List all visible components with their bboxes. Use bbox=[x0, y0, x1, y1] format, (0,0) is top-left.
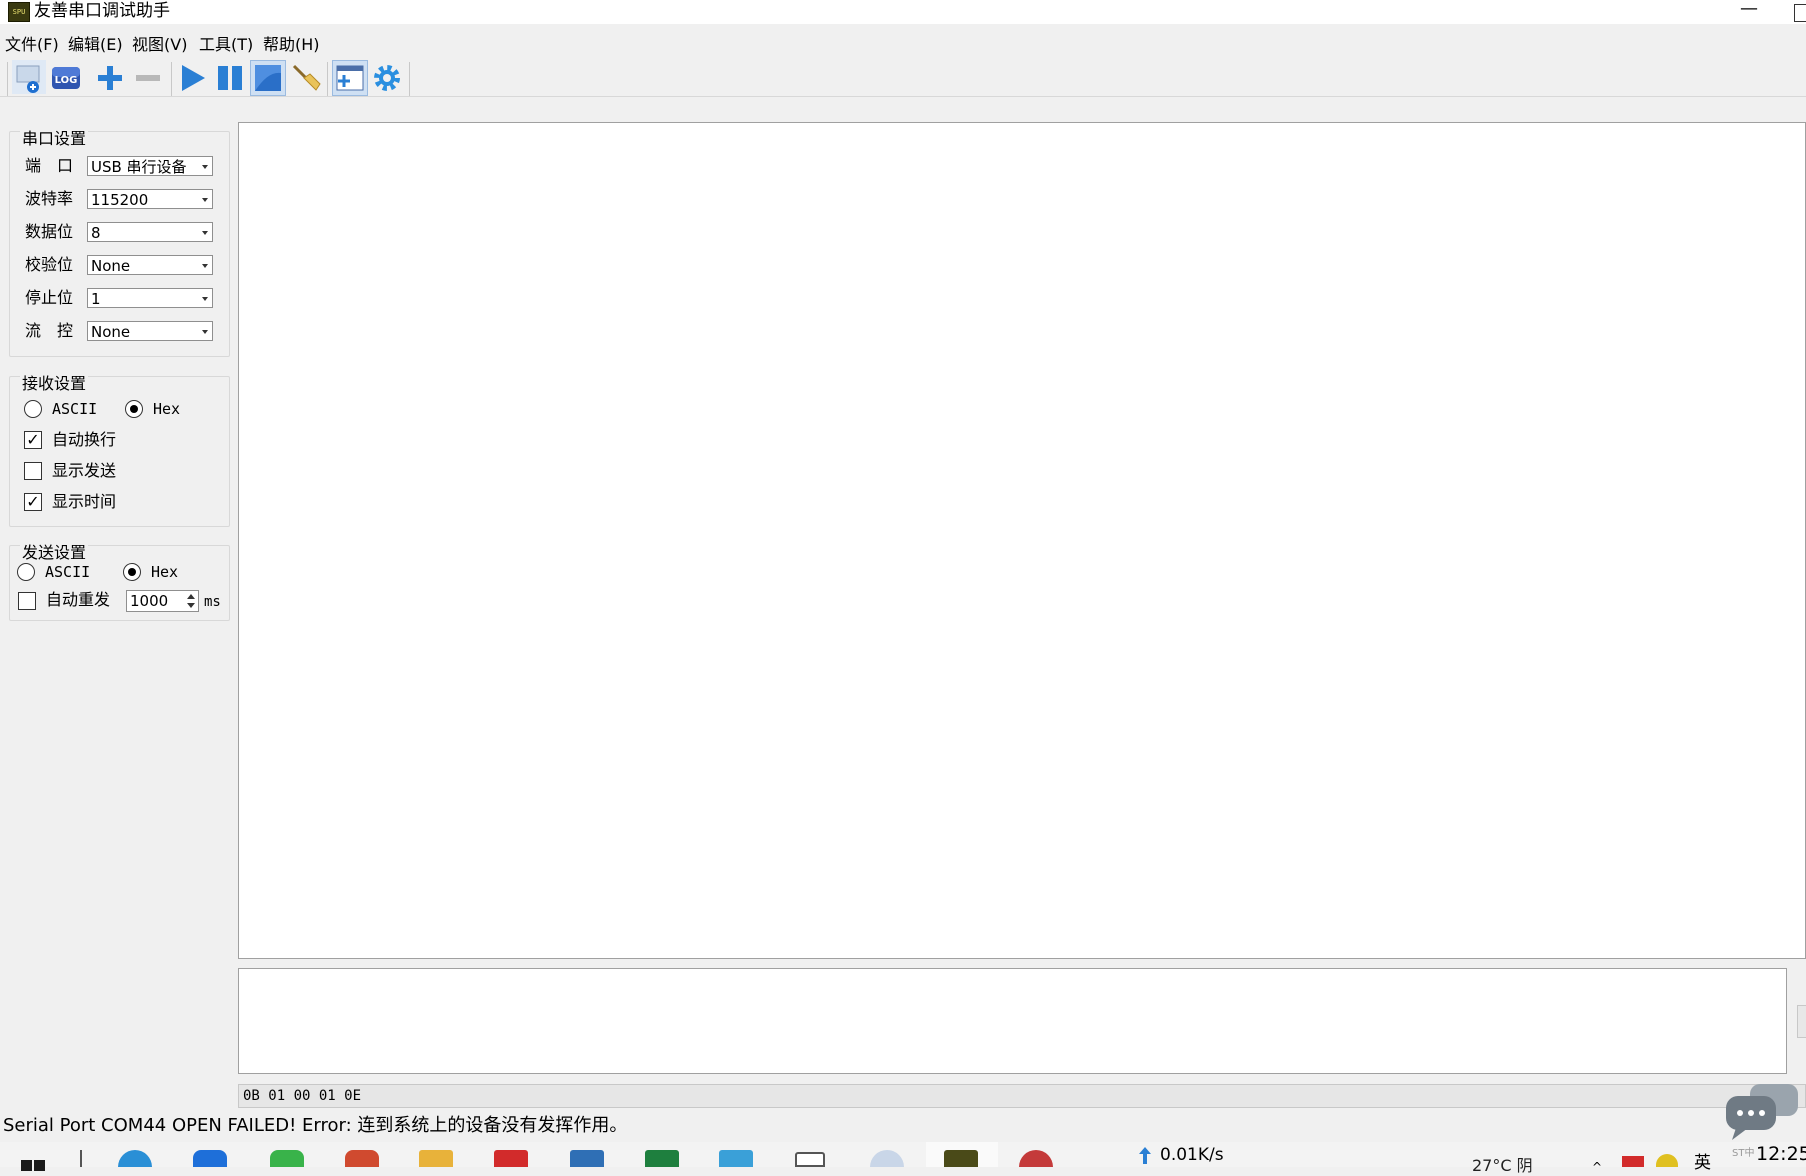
menu-view[interactable]: 视图(V) bbox=[132, 34, 187, 56]
taskbar-mail-icon[interactable] bbox=[193, 1150, 227, 1167]
play-icon[interactable] bbox=[176, 62, 208, 94]
chat-bubble-icon[interactable] bbox=[1722, 1082, 1802, 1142]
parity-label: 校验位 bbox=[25, 255, 74, 274]
auto-resend-label: 自动重发 bbox=[46, 590, 111, 609]
send-hex-label: Hex bbox=[151, 563, 179, 581]
taskbar-wechat-icon[interactable] bbox=[270, 1150, 304, 1167]
show-time-checkbox[interactable]: ✓ bbox=[24, 493, 42, 511]
weather-text[interactable]: 27°C 阴 bbox=[1472, 1152, 1533, 1176]
input-language[interactable]: 英 bbox=[1694, 1148, 1711, 1173]
interval-value: 1000 bbox=[130, 592, 169, 610]
new-session-icon[interactable] bbox=[12, 60, 46, 94]
menu-tools[interactable]: 工具(T) bbox=[199, 34, 253, 56]
menu-help[interactable]: 帮助(H) bbox=[263, 34, 320, 56]
chevron-down-icon bbox=[202, 330, 208, 334]
receive-ascii-radio[interactable] bbox=[24, 400, 42, 418]
receive-hex-radio[interactable] bbox=[125, 400, 143, 418]
show-send-label: 显示发送 bbox=[52, 461, 117, 480]
log-icon-label: LOG bbox=[55, 75, 78, 86]
databits-value: 8 bbox=[91, 224, 101, 242]
st-watermark: ST中 bbox=[1732, 1148, 1755, 1159]
maximize-button[interactable] bbox=[1794, 4, 1806, 22]
receive-textarea[interactable] bbox=[238, 122, 1806, 959]
auto-resend-checkbox[interactable] bbox=[18, 592, 36, 610]
stop-icon[interactable] bbox=[250, 60, 286, 96]
taskbar-keil-icon[interactable] bbox=[570, 1150, 604, 1167]
send-history-input[interactable]: 0B 01 00 01 0E bbox=[238, 1084, 1806, 1108]
settings-gear-icon[interactable] bbox=[371, 62, 403, 94]
baud-value: 115200 bbox=[91, 191, 149, 209]
parity-select[interactable]: None bbox=[87, 255, 213, 275]
auto-wrap-label: 自动换行 bbox=[52, 430, 117, 449]
tray-wps-icon[interactable] bbox=[1622, 1156, 1644, 1167]
port-label: 端 口 bbox=[25, 156, 74, 175]
stopbits-value: 1 bbox=[91, 290, 101, 308]
add-icon[interactable] bbox=[94, 62, 126, 94]
menu-edit[interactable]: 编辑(E) bbox=[68, 34, 123, 56]
log-icon[interactable]: LOG bbox=[50, 62, 82, 94]
send-hex-radio[interactable] bbox=[123, 563, 141, 581]
taskbar-cubemx-icon[interactable] bbox=[719, 1150, 753, 1167]
auto-wrap-checkbox[interactable]: ✓ bbox=[24, 431, 42, 449]
send-scrollbar[interactable] bbox=[1797, 1005, 1806, 1038]
remove-icon[interactable] bbox=[132, 62, 164, 94]
add-window-icon[interactable] bbox=[332, 60, 368, 96]
minimize-button[interactable]: — bbox=[1734, 0, 1764, 20]
chevron-down-icon bbox=[202, 264, 208, 268]
stopbits-label: 停止位 bbox=[25, 288, 74, 307]
chevron-down-icon bbox=[202, 165, 208, 169]
taskbar-serial-assistant-icon[interactable] bbox=[944, 1150, 978, 1167]
app-icon: SPU bbox=[8, 2, 30, 22]
parity-value: None bbox=[91, 257, 131, 275]
send-ascii-label: ASCII bbox=[45, 563, 91, 581]
taskbar-wps-icon[interactable] bbox=[494, 1150, 528, 1167]
title-bar bbox=[0, 0, 1806, 24]
receive-settings-title: 接收设置 bbox=[20, 374, 89, 393]
baud-select[interactable]: 115200 bbox=[87, 189, 213, 209]
interval-unit: ms bbox=[204, 594, 221, 610]
flowcontrol-value: None bbox=[91, 323, 131, 341]
databits-label: 数据位 bbox=[25, 222, 74, 241]
tray-chevron-icon[interactable]: ^ bbox=[1592, 1160, 1602, 1174]
upload-arrow-icon bbox=[1138, 1146, 1152, 1164]
clear-broom-icon[interactable] bbox=[290, 62, 322, 94]
receive-hex-label: Hex bbox=[153, 400, 181, 418]
interval-spinbox[interactable]: 1000 bbox=[126, 590, 199, 612]
window-title: 友善串口调试助手 bbox=[34, 1, 170, 21]
serial-settings-title: 串口设置 bbox=[20, 129, 89, 148]
flowcontrol-select[interactable]: None bbox=[87, 321, 213, 341]
menu-file[interactable]: 文件(F) bbox=[5, 34, 59, 56]
send-ascii-radio[interactable] bbox=[17, 563, 35, 581]
show-send-checkbox[interactable] bbox=[24, 462, 42, 480]
flowcontrol-label: 流 控 bbox=[25, 321, 74, 340]
send-textarea[interactable] bbox=[238, 968, 1787, 1074]
port-value: USB 串行设备 bbox=[91, 158, 187, 176]
chevron-down-icon bbox=[202, 231, 208, 235]
taskbar-clock[interactable]: 12:25 bbox=[1756, 1142, 1806, 1166]
chevron-down-icon bbox=[202, 297, 208, 301]
taskbar-divider bbox=[80, 1150, 82, 1167]
receive-ascii-label: ASCII bbox=[52, 400, 98, 418]
taskbar-app-icon[interactable] bbox=[345, 1150, 379, 1167]
receive-settings-group: 接收设置 bbox=[9, 374, 230, 527]
taskbar-calc-icon[interactable] bbox=[795, 1152, 825, 1167]
stopbits-select[interactable]: 1 bbox=[87, 288, 213, 308]
taskbar-word-icon[interactable] bbox=[645, 1150, 679, 1167]
show-time-label: 显示时间 bbox=[52, 492, 117, 511]
chevron-down-icon bbox=[202, 198, 208, 202]
taskbar-folder-icon[interactable] bbox=[419, 1150, 453, 1167]
status-message: Serial Port COM44 OPEN FAILED! Error: 连到… bbox=[3, 1115, 628, 1136]
toolbar: LOG bbox=[0, 56, 1806, 97]
network-speed: 0.01K/s bbox=[1160, 1145, 1224, 1165]
windows-start-icon[interactable] bbox=[21, 1156, 45, 1171]
spin-down-icon[interactable] bbox=[187, 603, 195, 608]
baud-label: 波特率 bbox=[25, 189, 74, 208]
databits-select[interactable]: 8 bbox=[87, 222, 213, 242]
port-select[interactable]: USB 串行设备 bbox=[87, 156, 213, 176]
pause-icon[interactable] bbox=[214, 62, 246, 94]
send-settings-title: 发送设置 bbox=[20, 543, 89, 562]
spin-up-icon[interactable] bbox=[187, 594, 195, 599]
